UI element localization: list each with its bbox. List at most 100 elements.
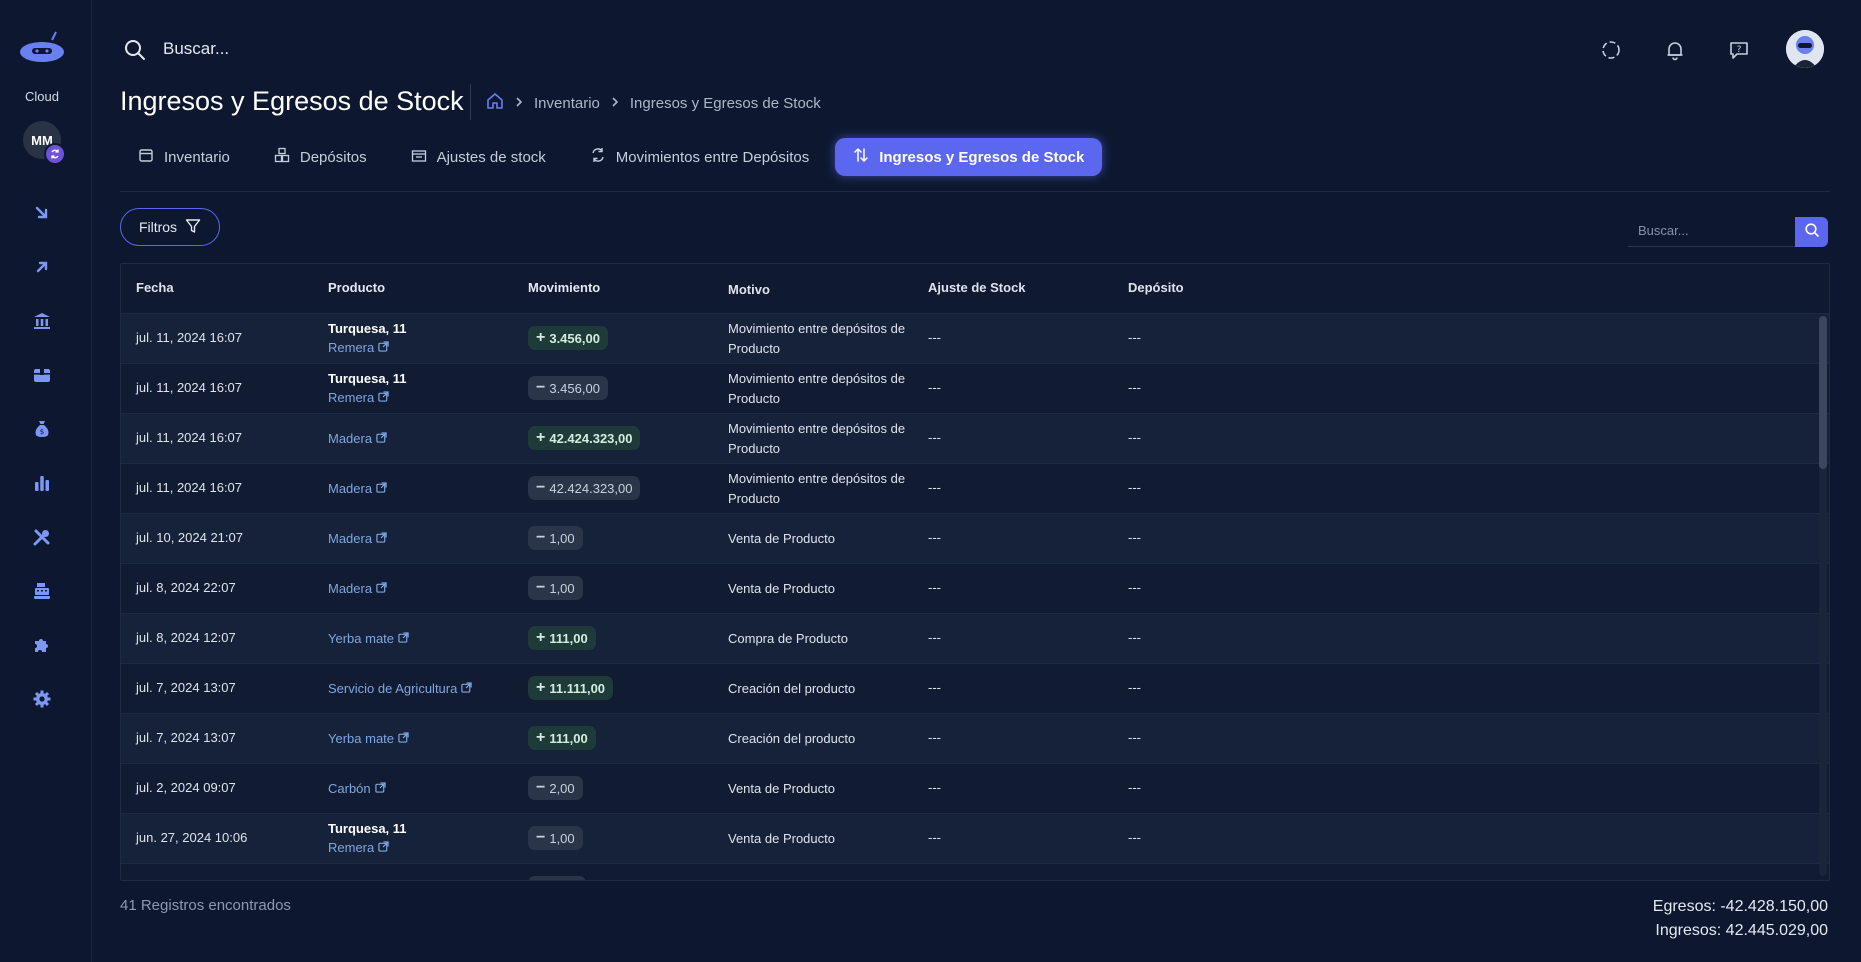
puzzle-icon[interactable] (30, 633, 54, 657)
table-search-button[interactable] (1795, 217, 1828, 247)
arrow-down-right-icon[interactable] (30, 201, 54, 225)
table-search-input[interactable]: Buscar... (1628, 217, 1795, 247)
ingresos-total: Ingresos: 42.445.029,00 (1655, 922, 1828, 939)
product-name: Madera (328, 431, 373, 446)
search-icon (1804, 222, 1820, 243)
product-link[interactable]: Madera (328, 529, 387, 548)
arrow-up-right-icon[interactable] (30, 255, 54, 279)
switch-company-icon[interactable] (44, 143, 66, 165)
product-name: Remera (328, 390, 375, 405)
column-header-producto[interactable]: Producto (328, 280, 385, 295)
cell-deposito: --- (1128, 680, 1141, 695)
breadcrumb-item-inventario[interactable]: Inventario (534, 95, 600, 112)
bank-icon[interactable] (30, 309, 54, 333)
tab-depositos[interactable]: Depósitos (256, 138, 385, 176)
product-variant: Turquesa, 11 (328, 821, 407, 836)
cell-fecha: jul. 7, 2024 13:07 (136, 730, 236, 745)
product-link[interactable]: Yerba mate (328, 629, 409, 648)
money-bag-icon[interactable]: $ (30, 417, 54, 441)
global-search-input[interactable]: Buscar... (163, 39, 229, 59)
movement-sign: − (536, 779, 546, 796)
tab-ajustes-de-stock[interactable]: Ajustes de stock (393, 138, 564, 176)
user-avatar[interactable] (1786, 30, 1824, 68)
product-link[interactable]: Servicio de Agricultura (328, 679, 473, 698)
cell-fecha: jul. 11, 2024 16:07 (136, 330, 243, 345)
product-link[interactable]: Madera (328, 429, 387, 448)
cell-ajuste: --- (928, 680, 941, 695)
product-link[interactable]: Remera (328, 838, 407, 857)
breadcrumb: Inventario Ingresos y Egresos de Stock (486, 92, 821, 114)
bell-icon[interactable] (1662, 37, 1688, 63)
scrollbar-thumb[interactable] (1819, 316, 1827, 469)
cell-fecha: jul. 7, 2024 13:07 (136, 680, 236, 695)
tab-inventario[interactable]: Inventario (120, 138, 248, 176)
table-row: jul. 8, 2024 12:07 Yerba mate +111,00 Compr… (121, 614, 1829, 664)
movement-badge: +111,00 (528, 726, 596, 750)
cell-deposito: --- (1128, 380, 1141, 395)
cell-motivo: Venta de Producto (728, 781, 835, 796)
product-link[interactable]: Yerba mate (328, 729, 409, 748)
box-icon[interactable] (30, 363, 54, 387)
column-header-ajuste-de-stock[interactable]: Ajuste de Stock (928, 280, 1026, 295)
movement-sign: + (536, 429, 546, 446)
gear-icon[interactable] (30, 687, 54, 711)
table-row: jul. 8, 2024 22:07 Madera −1,00 Venta de Pr… (121, 564, 1829, 614)
column-header-motivo[interactable]: Motivo (728, 280, 918, 300)
movement-badge: −2,00 (528, 776, 583, 800)
crosshair-icon[interactable] (1598, 37, 1624, 63)
cell-ajuste: --- (928, 530, 941, 545)
tab-label: Depósitos (299, 148, 367, 166)
table-row: jul. 10, 2024 21:07 Madera −1,00 Venta de P… (121, 514, 1829, 564)
column-header-movimiento[interactable]: Movimiento (528, 280, 600, 295)
filters-button[interactable]: Filtros (120, 208, 220, 246)
table-row: jul. 7, 2024 13:07 Yerba mate +111,00 Creac… (121, 714, 1829, 764)
product-link[interactable]: Madera (328, 479, 387, 498)
cell-ajuste: --- (928, 830, 941, 845)
cell-movimiento: +111,00 (528, 626, 596, 650)
tools-icon[interactable] (30, 525, 54, 549)
cell-fecha: jul. 8, 2024 22:07 (136, 580, 236, 595)
table-scrollbar[interactable] (1819, 316, 1827, 876)
cell-ajuste: --- (928, 630, 941, 645)
movement-badge: −3.456,00 (528, 376, 608, 400)
movement-badge: +42.424.323,00 (528, 426, 641, 450)
search-icon[interactable] (123, 38, 147, 62)
page-title: Ingresos y Egresos de Stock (120, 86, 464, 116)
tab-ingresos-y-egresos[interactable]: Ingresos y Egresos de Stock (835, 138, 1103, 176)
product-link[interactable]: Carbón (328, 779, 386, 798)
column-header-fecha[interactable]: Fecha (136, 280, 174, 295)
table-row (121, 864, 1829, 880)
cell-motivo: Movimiento entre depósitos de Producto (728, 471, 906, 506)
product-name: Yerba mate (328, 731, 395, 746)
egresos-total: Egresos: -42.428.150,00 (1652, 898, 1828, 915)
product-link[interactable]: Remera (328, 388, 407, 407)
movement-amount: 3.456,00 (549, 330, 600, 346)
cell-movimiento: −2,00 (528, 776, 583, 800)
cell-ajuste: --- (928, 580, 941, 595)
cell-motivo: Compra de Producto (728, 631, 848, 646)
product-link[interactable]: Remera (328, 338, 407, 357)
cell-motivo: Venta de Producto (728, 581, 835, 596)
title-divider (470, 84, 471, 120)
table-row: jul. 2, 2024 09:07 Carbón −2,00 Venta de Pr… (121, 764, 1829, 814)
column-header-deposito[interactable]: Depósito (1128, 280, 1184, 295)
cell-deposito: --- (1128, 780, 1141, 795)
chevron-right-icon (610, 95, 620, 112)
cell-motivo: Creación del producto (728, 731, 856, 746)
cell-deposito: --- (1128, 530, 1141, 545)
tab-movimientos-entre-depositos[interactable]: Movimientos entre Depósitos (572, 138, 827, 176)
bar-chart-icon[interactable] (30, 471, 54, 495)
home-icon[interactable] (486, 92, 504, 114)
app-logo[interactable] (18, 30, 66, 64)
cloud-label: Cloud (25, 89, 59, 104)
sidebar: Cloud MM $ (0, 0, 92, 962)
movement-amount: 42.424.323,00 (549, 480, 633, 496)
product-name: Madera (328, 481, 373, 496)
cash-register-icon[interactable] (30, 579, 54, 603)
tab-label: Movimientos entre Depósitos (615, 148, 810, 166)
help-chat-icon[interactable]: ? (1726, 37, 1752, 63)
external-link-icon (398, 629, 409, 648)
cell-motivo: Creación del producto (728, 681, 856, 696)
breadcrumb-item-current: Ingresos y Egresos de Stock (629, 94, 821, 112)
product-link[interactable]: Madera (328, 579, 387, 598)
